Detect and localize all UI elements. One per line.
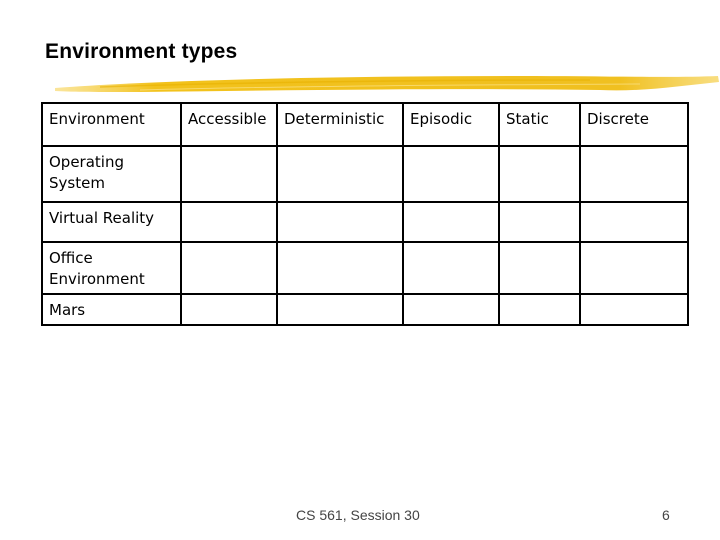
table-row: Office Environment [41,241,689,295]
row-label-cell: Mars [41,293,182,326]
footer-course-label: CS 561, Session 30 [296,507,420,523]
table-cell [579,145,689,203]
header-cell: Static [498,102,581,147]
table-cell [180,293,278,326]
table-cell [276,241,404,295]
row-label-cell: Operating System [41,145,182,203]
page-number: 6 [662,507,670,523]
table-cell [180,145,278,203]
header-cell: Environment [41,102,182,147]
table-cell [402,145,500,203]
table-cell [498,201,581,243]
table-cell [402,293,500,326]
table-cell [498,241,581,295]
table-cell [276,145,404,203]
highlighter-stroke-decoration [55,76,719,92]
table-cell [579,293,689,326]
table-row: Operating System [41,145,689,203]
table-cell [579,241,689,295]
table-cell [402,241,500,295]
table-cell [402,201,500,243]
row-label-cell: Office Environment [41,241,182,295]
header-cell: Accessible [180,102,278,147]
table-cell [180,241,278,295]
table-row: Mars [41,293,689,326]
table-cell [276,201,404,243]
table-cell [276,293,404,326]
table-row: Virtual Reality [41,201,689,243]
slide-title: Environment types [45,40,238,63]
table-header-row: Environment Accessible Deterministic Epi… [41,102,689,147]
table-cell [498,293,581,326]
row-label-cell: Virtual Reality [41,201,182,243]
table-cell [579,201,689,243]
table-cell [498,145,581,203]
header-cell: Deterministic [276,102,404,147]
table-cell [180,201,278,243]
header-cell: Discrete [579,102,689,147]
environment-types-table: Environment Accessible Deterministic Epi… [41,102,689,326]
header-cell: Episodic [402,102,500,147]
